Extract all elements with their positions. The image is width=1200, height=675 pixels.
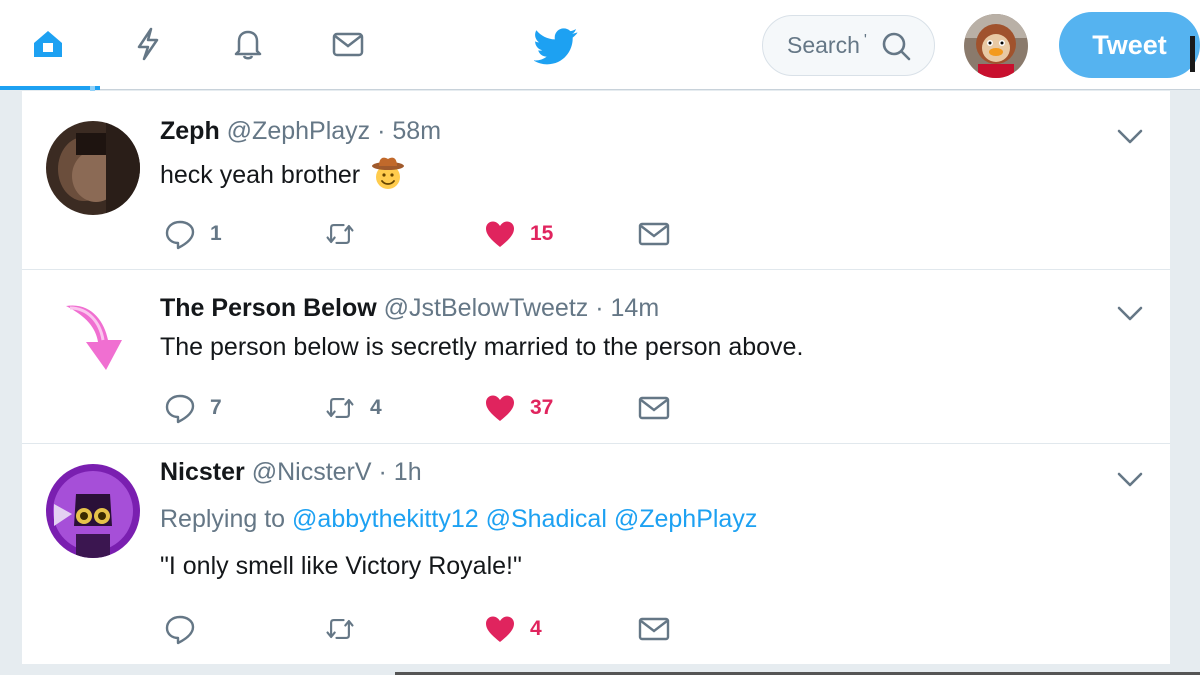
envelope-icon <box>638 617 670 641</box>
separator-dot: · <box>595 294 604 322</box>
reply-count: 7 <box>210 396 222 419</box>
tweet-actions: 4 <box>164 612 724 646</box>
retweet-icon <box>326 398 354 418</box>
timeline: Zeph @ZephPlayz · 58m heck yeah brother … <box>22 91 1170 664</box>
like-button[interactable]: 15 <box>484 217 553 251</box>
tweet-text: "I only smell like Victory Royale!" <box>160 552 522 580</box>
tweet-header: The Person Below @JstBelowTweetz · 14m <box>160 294 659 323</box>
tweet-text-content: heck yeah brother <box>160 161 361 189</box>
tweet-button[interactable]: Tweet <box>1059 12 1200 78</box>
heart-icon <box>486 616 514 642</box>
avatar[interactable] <box>46 464 140 558</box>
bell-icon[interactable] <box>228 24 268 64</box>
like-button[interactable]: 4 <box>484 612 542 646</box>
timestamp[interactable]: 58m <box>392 117 441 145</box>
home-icon[interactable] <box>28 24 68 64</box>
tweet-item[interactable]: Nicster @NicsterV · 1h Replying to @abby… <box>22 444 1170 664</box>
envelope-icon[interactable] <box>328 24 368 64</box>
replying-to-label: Replying to <box>160 505 286 533</box>
like-button[interactable]: 37 <box>484 391 553 425</box>
separator-dot: · <box>377 117 386 145</box>
tweet-actions: 7 4 37 <box>164 391 724 425</box>
retweet-icon <box>326 619 354 639</box>
envelope-icon <box>638 396 670 420</box>
username[interactable]: @NicsterV <box>252 458 372 486</box>
display-name[interactable]: Nicster <box>160 458 245 486</box>
retweet-count: 4 <box>370 396 382 419</box>
like-count: 15 <box>530 222 554 245</box>
retweet-button[interactable]: 4 <box>324 391 382 425</box>
reply-button[interactable]: 1 <box>164 217 222 251</box>
reply-button[interactable]: 7 <box>164 391 222 425</box>
search-caret: ' <box>863 31 867 49</box>
mention-link[interactable]: @Shadical <box>486 505 607 533</box>
tweet-item[interactable]: The Person Below @JstBelowTweetz · 14m T… <box>22 270 1170 444</box>
timestamp[interactable]: 14m <box>611 294 660 322</box>
chevron-down-icon[interactable] <box>1117 472 1143 488</box>
tweet-text: The person below is secretly married to … <box>160 333 804 361</box>
tweet-text: heck yeah brother <box>160 155 406 191</box>
cowboy-face-emoji <box>372 157 405 189</box>
lightning-icon[interactable] <box>128 24 168 64</box>
search-placeholder: Search <box>787 32 860 58</box>
reply-icon <box>165 394 195 424</box>
chevron-down-icon[interactable] <box>1117 306 1143 322</box>
tweet-item[interactable]: Zeph @ZephPlayz · 58m heck yeah brother … <box>22 91 1170 270</box>
retweet-button[interactable] <box>324 217 370 251</box>
reply-icon <box>165 220 195 250</box>
retweet-button[interactable] <box>324 612 370 646</box>
chevron-down-icon[interactable] <box>1117 129 1143 145</box>
avatar[interactable] <box>46 294 140 388</box>
reply-button[interactable] <box>164 612 210 646</box>
search-icon[interactable] <box>880 30 912 62</box>
reply-count: 1 <box>210 222 222 245</box>
search-input[interactable]: Search ' <box>762 15 935 76</box>
direct-message-button[interactable] <box>638 612 670 646</box>
mention-link[interactable]: @abbythekitty12 <box>292 505 479 533</box>
profile-avatar[interactable] <box>964 14 1028 78</box>
twitter-bird-icon <box>533 24 578 68</box>
heart-icon <box>486 221 514 247</box>
separator-dot: · <box>378 458 387 486</box>
direct-message-button[interactable] <box>638 391 670 425</box>
tweet-actions: 1 15 <box>164 217 724 251</box>
display-name[interactable]: Zeph <box>160 117 220 145</box>
avatar[interactable] <box>46 121 140 215</box>
active-tab-indicator <box>0 86 100 90</box>
username[interactable]: @JstBelowTweetz <box>384 294 589 322</box>
like-count: 37 <box>530 396 554 419</box>
like-count: 4 <box>530 617 542 640</box>
mention-link[interactable]: @ZephPlayz <box>614 505 758 533</box>
replying-to: Replying to @abbythekitty12 @Shadical @Z… <box>160 505 757 534</box>
tweet-header: Nicster @NicsterV · 1h <box>160 458 422 487</box>
display-name[interactable]: The Person Below <box>160 294 377 322</box>
timestamp[interactable]: 1h <box>394 458 422 486</box>
top-navigation-bar: Search ' Tweet <box>0 0 1200 116</box>
envelope-icon <box>638 222 670 246</box>
heart-icon <box>486 395 514 421</box>
reply-icon <box>165 615 195 645</box>
direct-message-button[interactable] <box>638 217 670 251</box>
window-edge <box>1190 36 1195 72</box>
retweet-icon <box>326 224 354 244</box>
username[interactable]: @ZephPlayz <box>227 117 371 145</box>
tweet-header: Zeph @ZephPlayz · 58m <box>160 117 441 146</box>
